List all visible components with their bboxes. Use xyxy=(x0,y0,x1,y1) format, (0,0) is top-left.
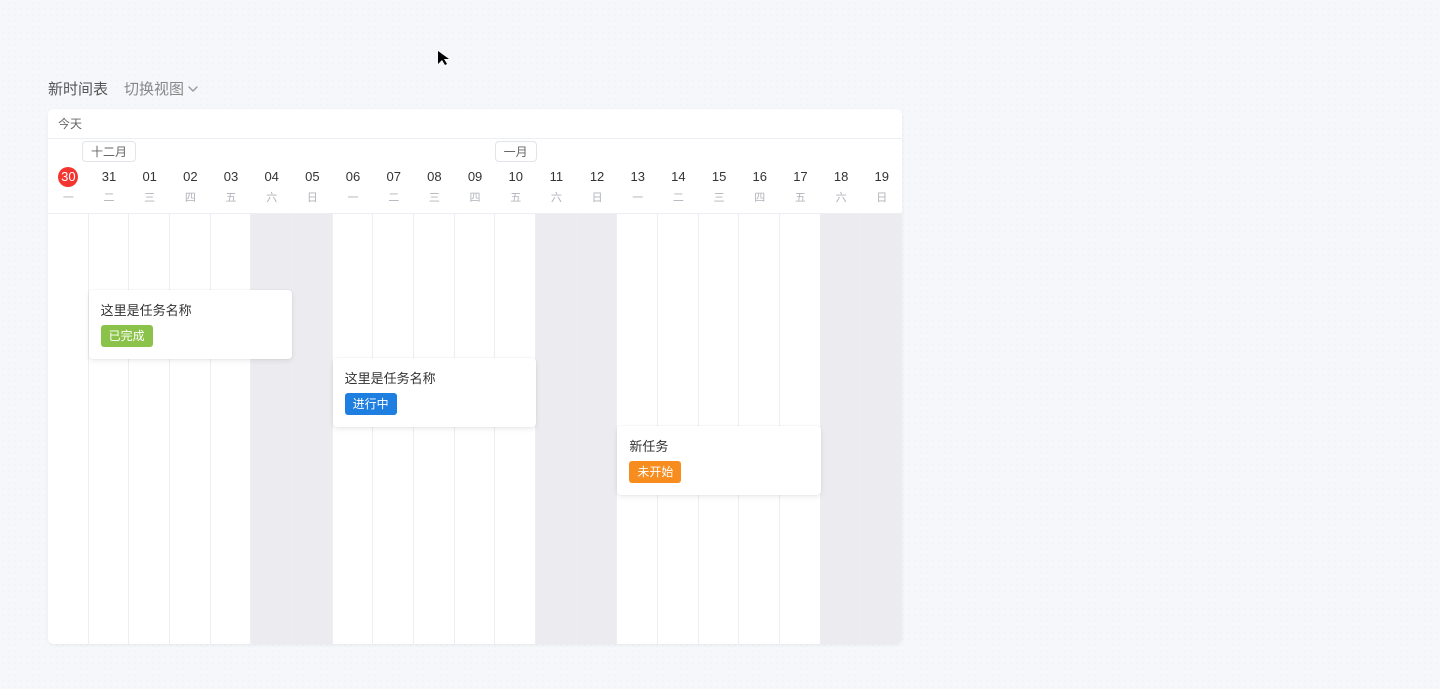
day-of-week: 日 xyxy=(577,189,618,205)
task-title: 新任务 xyxy=(629,436,808,455)
day-of-week: 六 xyxy=(536,189,577,205)
grid-column-weekend xyxy=(577,214,618,644)
day-of-week: 一 xyxy=(48,189,89,205)
day-of-week: 三 xyxy=(414,189,455,205)
grid-column xyxy=(373,214,414,644)
day-header-cell[interactable]: 01 三 xyxy=(129,161,170,213)
grid-column xyxy=(333,214,374,644)
task-card[interactable]: 这里是任务名称进行中 xyxy=(333,358,536,427)
day-header-cell[interactable]: 08 三 xyxy=(414,161,455,213)
day-header-cell[interactable]: 09 四 xyxy=(455,161,496,213)
page-title: 新时间表 xyxy=(48,78,108,99)
grid-column-weekend xyxy=(292,214,333,644)
grid-column xyxy=(89,214,130,644)
day-of-week: 六 xyxy=(251,189,292,205)
chevron-down-icon xyxy=(188,84,198,94)
day-number: 02 xyxy=(170,167,211,187)
task-title: 这里是任务名称 xyxy=(101,300,280,319)
day-of-week: 日 xyxy=(292,189,333,205)
grid-column xyxy=(129,214,170,644)
day-number: 31 xyxy=(89,167,130,187)
day-of-week: 四 xyxy=(739,189,780,205)
day-number: 18 xyxy=(821,167,862,187)
status-badge: 未开始 xyxy=(629,461,681,483)
day-header-cell[interactable]: 05 日 xyxy=(292,161,333,213)
day-of-week: 四 xyxy=(455,189,496,205)
day-of-week: 二 xyxy=(89,189,130,205)
day-of-week: 一 xyxy=(617,189,658,205)
day-number: 09 xyxy=(455,167,496,187)
day-header-cell[interactable]: 04 六 xyxy=(251,161,292,213)
day-of-week: 五 xyxy=(211,189,252,205)
day-header-cell[interactable]: 11 六 xyxy=(536,161,577,213)
day-header-cell[interactable]: 15 三 xyxy=(699,161,740,213)
day-of-week: 三 xyxy=(129,189,170,205)
status-badge: 进行中 xyxy=(345,393,397,415)
day-number: 14 xyxy=(658,167,699,187)
grid-column xyxy=(455,214,496,644)
day-number: 01 xyxy=(129,167,170,187)
grid-column xyxy=(211,214,252,644)
cursor-icon xyxy=(436,50,452,66)
day-header-cell[interactable]: 30 一 xyxy=(48,161,89,213)
day-number: 08 xyxy=(414,167,455,187)
task-title: 这里是任务名称 xyxy=(345,368,524,387)
grid-column xyxy=(495,214,536,644)
day-header-cell[interactable]: 03 五 xyxy=(211,161,252,213)
grid-column xyxy=(48,214,89,644)
grid-column xyxy=(414,214,455,644)
day-of-week: 五 xyxy=(495,189,536,205)
grid-column-weekend xyxy=(251,214,292,644)
day-of-week: 日 xyxy=(861,189,902,205)
grid-column-weekend xyxy=(536,214,577,644)
day-number: 19 xyxy=(861,167,902,187)
month-pill: 十二月 xyxy=(82,141,136,162)
month-pill: 一月 xyxy=(495,141,537,162)
day-number: 05 xyxy=(292,167,333,187)
day-header-cell[interactable]: 07 二 xyxy=(373,161,414,213)
day-header-cell[interactable]: 14 二 xyxy=(658,161,699,213)
day-of-week: 六 xyxy=(821,189,862,205)
day-header-cell[interactable]: 31 二 xyxy=(89,161,130,213)
grid-column xyxy=(170,214,211,644)
day-number: 15 xyxy=(699,167,740,187)
timeline-card: 今天 十二月一月 30一31二01三02四03五04六05日06一07二08三0… xyxy=(48,109,902,644)
day-header-cell[interactable]: 18 六 xyxy=(821,161,862,213)
day-of-week: 五 xyxy=(780,189,821,205)
day-header-cell[interactable]: 06 一 xyxy=(333,161,374,213)
grid-column-weekend xyxy=(861,214,902,644)
task-card[interactable]: 这里是任务名称已完成 xyxy=(89,290,292,359)
status-badge: 已完成 xyxy=(101,325,153,347)
day-number: 13 xyxy=(617,167,658,187)
day-header-cell[interactable]: 17 五 xyxy=(780,161,821,213)
view-switch-label: 切换视图 xyxy=(124,78,184,99)
task-card[interactable]: 新任务未开始 xyxy=(617,426,820,495)
view-switch-dropdown[interactable]: 切换视图 xyxy=(124,78,198,99)
day-number: 11 xyxy=(536,167,577,187)
day-number: 03 xyxy=(211,167,252,187)
day-header-cell[interactable]: 12 日 xyxy=(577,161,618,213)
day-header-cell[interactable]: 13 一 xyxy=(617,161,658,213)
day-of-week: 三 xyxy=(699,189,740,205)
day-number: 10 xyxy=(495,167,536,187)
day-number: 04 xyxy=(251,167,292,187)
day-number: 16 xyxy=(739,167,780,187)
day-number: 17 xyxy=(780,167,821,187)
day-header-cell[interactable]: 02 四 xyxy=(170,161,211,213)
day-of-week: 二 xyxy=(658,189,699,205)
day-header-cell[interactable]: 19 日 xyxy=(861,161,902,213)
timeline-body[interactable]: 这里是任务名称已完成这里是任务名称进行中新任务未开始 xyxy=(48,214,902,644)
day-number: 07 xyxy=(373,167,414,187)
day-header-cell[interactable]: 10 五 xyxy=(495,161,536,213)
grid-column-weekend xyxy=(821,214,862,644)
day-of-week: 四 xyxy=(170,189,211,205)
today-button[interactable]: 今天 xyxy=(58,117,82,131)
day-header-cell[interactable]: 16 四 xyxy=(739,161,780,213)
day-number: 06 xyxy=(333,167,374,187)
day-of-week: 二 xyxy=(373,189,414,205)
timeline-header: 十二月一月 30一31二01三02四03五04六05日06一07二08三09四1… xyxy=(48,138,902,214)
day-number-today: 30 xyxy=(58,167,78,187)
day-number: 12 xyxy=(577,167,618,187)
day-of-week: 一 xyxy=(333,189,374,205)
